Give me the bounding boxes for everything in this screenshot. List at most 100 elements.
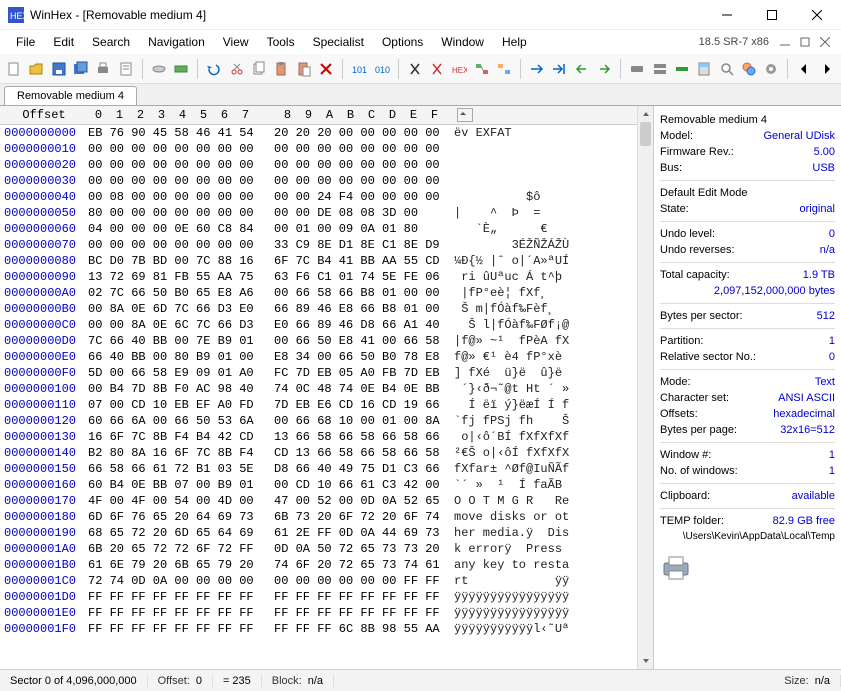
menu-navigation[interactable]: Navigation bbox=[140, 33, 213, 51]
hex-row[interactable]: 000000011007 00 CD 10 EB EF A0 FD7D EB E… bbox=[0, 397, 637, 413]
disk1-icon[interactable] bbox=[629, 59, 645, 79]
hex-bytes[interactable]: 74 6F 20 72 65 73 74 61 bbox=[274, 557, 442, 573]
hex-row[interactable]: 000000010000 B4 7D 8B F0 AC 98 4074 0C 4… bbox=[0, 381, 637, 397]
menu-help[interactable]: Help bbox=[494, 33, 535, 51]
ascii-cell[interactable]: k errorÿ Press bbox=[442, 541, 569, 557]
hex-bytes[interactable]: 00 00 00 00 00 00 00 00 bbox=[274, 173, 442, 189]
goto-icon[interactable] bbox=[529, 59, 545, 79]
vertical-scrollbar[interactable] bbox=[637, 106, 653, 669]
hex-row[interactable]: 0000000140B2 80 8A 16 6F 7C 8B F4CD 13 6… bbox=[0, 445, 637, 461]
hex-bytes[interactable]: 00 00 DE 08 08 3D 00 bbox=[274, 205, 442, 221]
hex-bytes[interactable]: 7C 66 40 BB 00 7E B9 01 bbox=[88, 333, 256, 349]
hex-bytes[interactable]: 00 01 00 09 0A 01 80 bbox=[274, 221, 442, 237]
ascii-cell[interactable]: O O T M G R Re bbox=[442, 493, 569, 509]
menu-specialist[interactable]: Specialist bbox=[305, 33, 372, 51]
goto-end-icon[interactable] bbox=[551, 59, 567, 79]
hex-row[interactable]: 00000001F0FF FF FF FF FF FF FF FFFF FF F… bbox=[0, 621, 637, 637]
hex-bytes[interactable]: E0 66 89 46 D8 66 A1 40 bbox=[274, 317, 442, 333]
ascii-cell[interactable]: her media.ÿ Dis bbox=[442, 525, 569, 541]
ascii-cell[interactable]: f@» €¹ è4 fP°xè bbox=[442, 349, 562, 365]
ascii-cell[interactable]: `´ » ¹ Í faÃB bbox=[442, 477, 562, 493]
binary01-icon[interactable]: 101 bbox=[351, 59, 367, 79]
hex-bytes[interactable]: 00 66 58 66 B8 01 00 00 bbox=[274, 285, 442, 301]
hex-bytes[interactable]: 74 0C 48 74 0E B4 0E BB bbox=[274, 381, 442, 397]
menu-search[interactable]: Search bbox=[84, 33, 138, 51]
hex-row[interactable]: 00000000E066 40 BB 00 80 B9 01 00E8 34 0… bbox=[0, 349, 637, 365]
hex-bytes[interactable]: 00 8A 0E 6D 7C 66 D3 E0 bbox=[88, 301, 256, 317]
hex-bytes[interactable]: 13 66 58 66 58 66 58 66 bbox=[274, 429, 442, 445]
hex-bytes[interactable]: 60 B4 0E BB 07 00 B9 01 bbox=[88, 477, 256, 493]
hex-bytes[interactable]: 04 00 00 00 0E 60 C8 84 bbox=[88, 221, 256, 237]
hex-row[interactable]: 0000000000EB 76 90 45 58 46 41 5420 20 2… bbox=[0, 125, 637, 141]
hex-bytes[interactable]: EB 76 90 45 58 46 41 54 bbox=[88, 125, 256, 141]
menu-window[interactable]: Window bbox=[433, 33, 492, 51]
hex-row[interactable]: 000000013016 6F 7C 8B F4 B4 42 CD13 66 5… bbox=[0, 429, 637, 445]
hex-row[interactable]: 000000009013 72 69 81 FB 55 AA 7563 F6 C… bbox=[0, 269, 637, 285]
calculator-icon[interactable] bbox=[696, 59, 712, 79]
hex-bytes[interactable]: 00 00 00 00 00 00 00 00 bbox=[88, 157, 256, 173]
analyze-icon[interactable] bbox=[741, 59, 757, 79]
hex-bytes[interactable]: E8 34 00 66 50 B0 78 E8 bbox=[274, 349, 442, 365]
cut-icon[interactable] bbox=[229, 59, 245, 79]
hex-bytes[interactable]: 00 00 00 00 00 00 FF FF bbox=[274, 573, 442, 589]
forward-icon[interactable] bbox=[596, 59, 612, 79]
ascii-cell[interactable]: move disks or ot bbox=[442, 509, 569, 525]
search2-icon[interactable] bbox=[718, 59, 734, 79]
ascii-cell[interactable]: `fj fPSj fh Š bbox=[442, 413, 569, 429]
scroll-down-icon[interactable] bbox=[638, 653, 653, 669]
ascii-cell[interactable]: |f@» ~¹ fPèA fX bbox=[442, 333, 569, 349]
hex-row[interactable]: 000000015066 58 66 61 72 B1 03 5ED8 66 4… bbox=[0, 461, 637, 477]
hex-bytes[interactable]: 00 00 8A 0E 6C 7C 66 D3 bbox=[88, 317, 256, 333]
hex-row[interactable]: 000000001000 00 00 00 00 00 00 0000 00 0… bbox=[0, 141, 637, 157]
hex-row[interactable]: 00000000B000 8A 0E 6D 7C 66 D3 E066 89 4… bbox=[0, 301, 637, 317]
printer-icon[interactable] bbox=[660, 553, 835, 581]
hex-bytes[interactable]: 00 08 00 00 00 00 00 00 bbox=[88, 189, 256, 205]
hex-bytes[interactable]: D8 66 40 49 75 D1 C3 66 bbox=[274, 461, 442, 477]
hex-bytes[interactable]: 6F 7C B4 41 BB AA 55 CD bbox=[274, 253, 442, 269]
ascii-cell[interactable] bbox=[442, 141, 454, 157]
hex-row[interactable]: 000000006004 00 00 00 0E 60 C8 8400 01 0… bbox=[0, 221, 637, 237]
copy-icon[interactable] bbox=[251, 59, 267, 79]
hex-row[interactable]: 000000003000 00 00 00 00 00 00 0000 00 0… bbox=[0, 173, 637, 189]
hex-bytes[interactable]: 02 7C 66 50 B0 65 E8 A6 bbox=[88, 285, 256, 301]
disk2-icon[interactable] bbox=[651, 59, 667, 79]
hex-bytes[interactable]: 00 00 00 00 00 00 00 00 bbox=[88, 141, 256, 157]
ascii-cell[interactable]: ÿÿÿÿÿÿÿÿÿÿÿl‹˜Uª bbox=[442, 621, 569, 637]
menu-view[interactable]: View bbox=[215, 33, 257, 51]
hex-bytes[interactable]: 7D EB E6 CD 16 CD 19 66 bbox=[274, 397, 442, 413]
hex-row[interactable]: 00000001806D 6F 76 65 20 64 69 736B 73 2… bbox=[0, 509, 637, 525]
hex-row[interactable]: 00000001704F 00 4F 00 54 00 4D 0047 00 5… bbox=[0, 493, 637, 509]
ascii-cell[interactable] bbox=[442, 173, 454, 189]
minimize-button[interactable] bbox=[704, 1, 749, 29]
hex-row[interactable]: 00000000A002 7C 66 50 B0 65 E8 A600 66 5… bbox=[0, 285, 637, 301]
hex-bytes[interactable]: 63 F6 C1 01 74 5E FE 06 bbox=[274, 269, 442, 285]
mdi-close-icon[interactable] bbox=[817, 34, 833, 50]
hex-bytes[interactable]: 60 66 6A 00 66 50 53 6A bbox=[88, 413, 256, 429]
ascii-cell[interactable]: ÿÿÿÿÿÿÿÿÿÿÿÿÿÿÿÿ bbox=[442, 605, 569, 621]
ram-icon[interactable] bbox=[674, 59, 690, 79]
clipboard-icon[interactable] bbox=[273, 59, 289, 79]
hex-bytes[interactable]: 68 65 72 20 6D 65 64 69 bbox=[88, 525, 256, 541]
hex-editor[interactable]: Offset 0123456789ABCDEF 0000000000EB 76 … bbox=[0, 106, 637, 669]
hex-bytes[interactable]: 61 2E FF 0D 0A 44 69 73 bbox=[274, 525, 442, 541]
scroll-up-icon[interactable] bbox=[638, 106, 653, 122]
ascii-cell[interactable]: o|‹ô´BÍ fXfXfXf bbox=[442, 429, 569, 445]
hex-bytes[interactable]: B2 80 8A 16 6F 7C 8B F4 bbox=[88, 445, 256, 461]
ascii-cell[interactable]: ] fXé ü}ë û}ë bbox=[442, 365, 562, 381]
hex-row[interactable]: 000000016060 B4 0E BB 07 00 B9 0100 CD 1… bbox=[0, 477, 637, 493]
hex-bytes[interactable]: CD 13 66 58 66 58 66 58 bbox=[274, 445, 442, 461]
hex-bytes[interactable]: 16 6F 7C 8B F4 B4 42 CD bbox=[88, 429, 256, 445]
ascii-cell[interactable]: $ô bbox=[442, 189, 540, 205]
ascii-cell[interactable] bbox=[442, 157, 454, 173]
undo-icon[interactable] bbox=[206, 59, 222, 79]
hex-bytes[interactable]: 00 00 24 F4 00 00 00 00 bbox=[274, 189, 442, 205]
ascii-cell[interactable]: |fP°eè¦ fXf¸ bbox=[442, 285, 548, 301]
hex-bytes[interactable]: 07 00 CD 10 EB EF A0 FD bbox=[88, 397, 256, 413]
document-tab[interactable]: Removable medium 4 bbox=[4, 86, 137, 105]
hex-row[interactable]: 000000002000 00 00 00 00 00 00 0000 00 0… bbox=[0, 157, 637, 173]
ascii-toggle-icon[interactable] bbox=[457, 108, 473, 122]
replace-hex-icon[interactable] bbox=[496, 59, 512, 79]
hex-bytes[interactable]: 66 40 BB 00 80 B9 01 00 bbox=[88, 349, 256, 365]
hex-row[interactable]: 000000007000 00 00 00 00 00 00 0033 C9 8… bbox=[0, 237, 637, 253]
ascii-cell[interactable]: Š m|fÓàf‰Fèf¸ bbox=[442, 301, 555, 317]
